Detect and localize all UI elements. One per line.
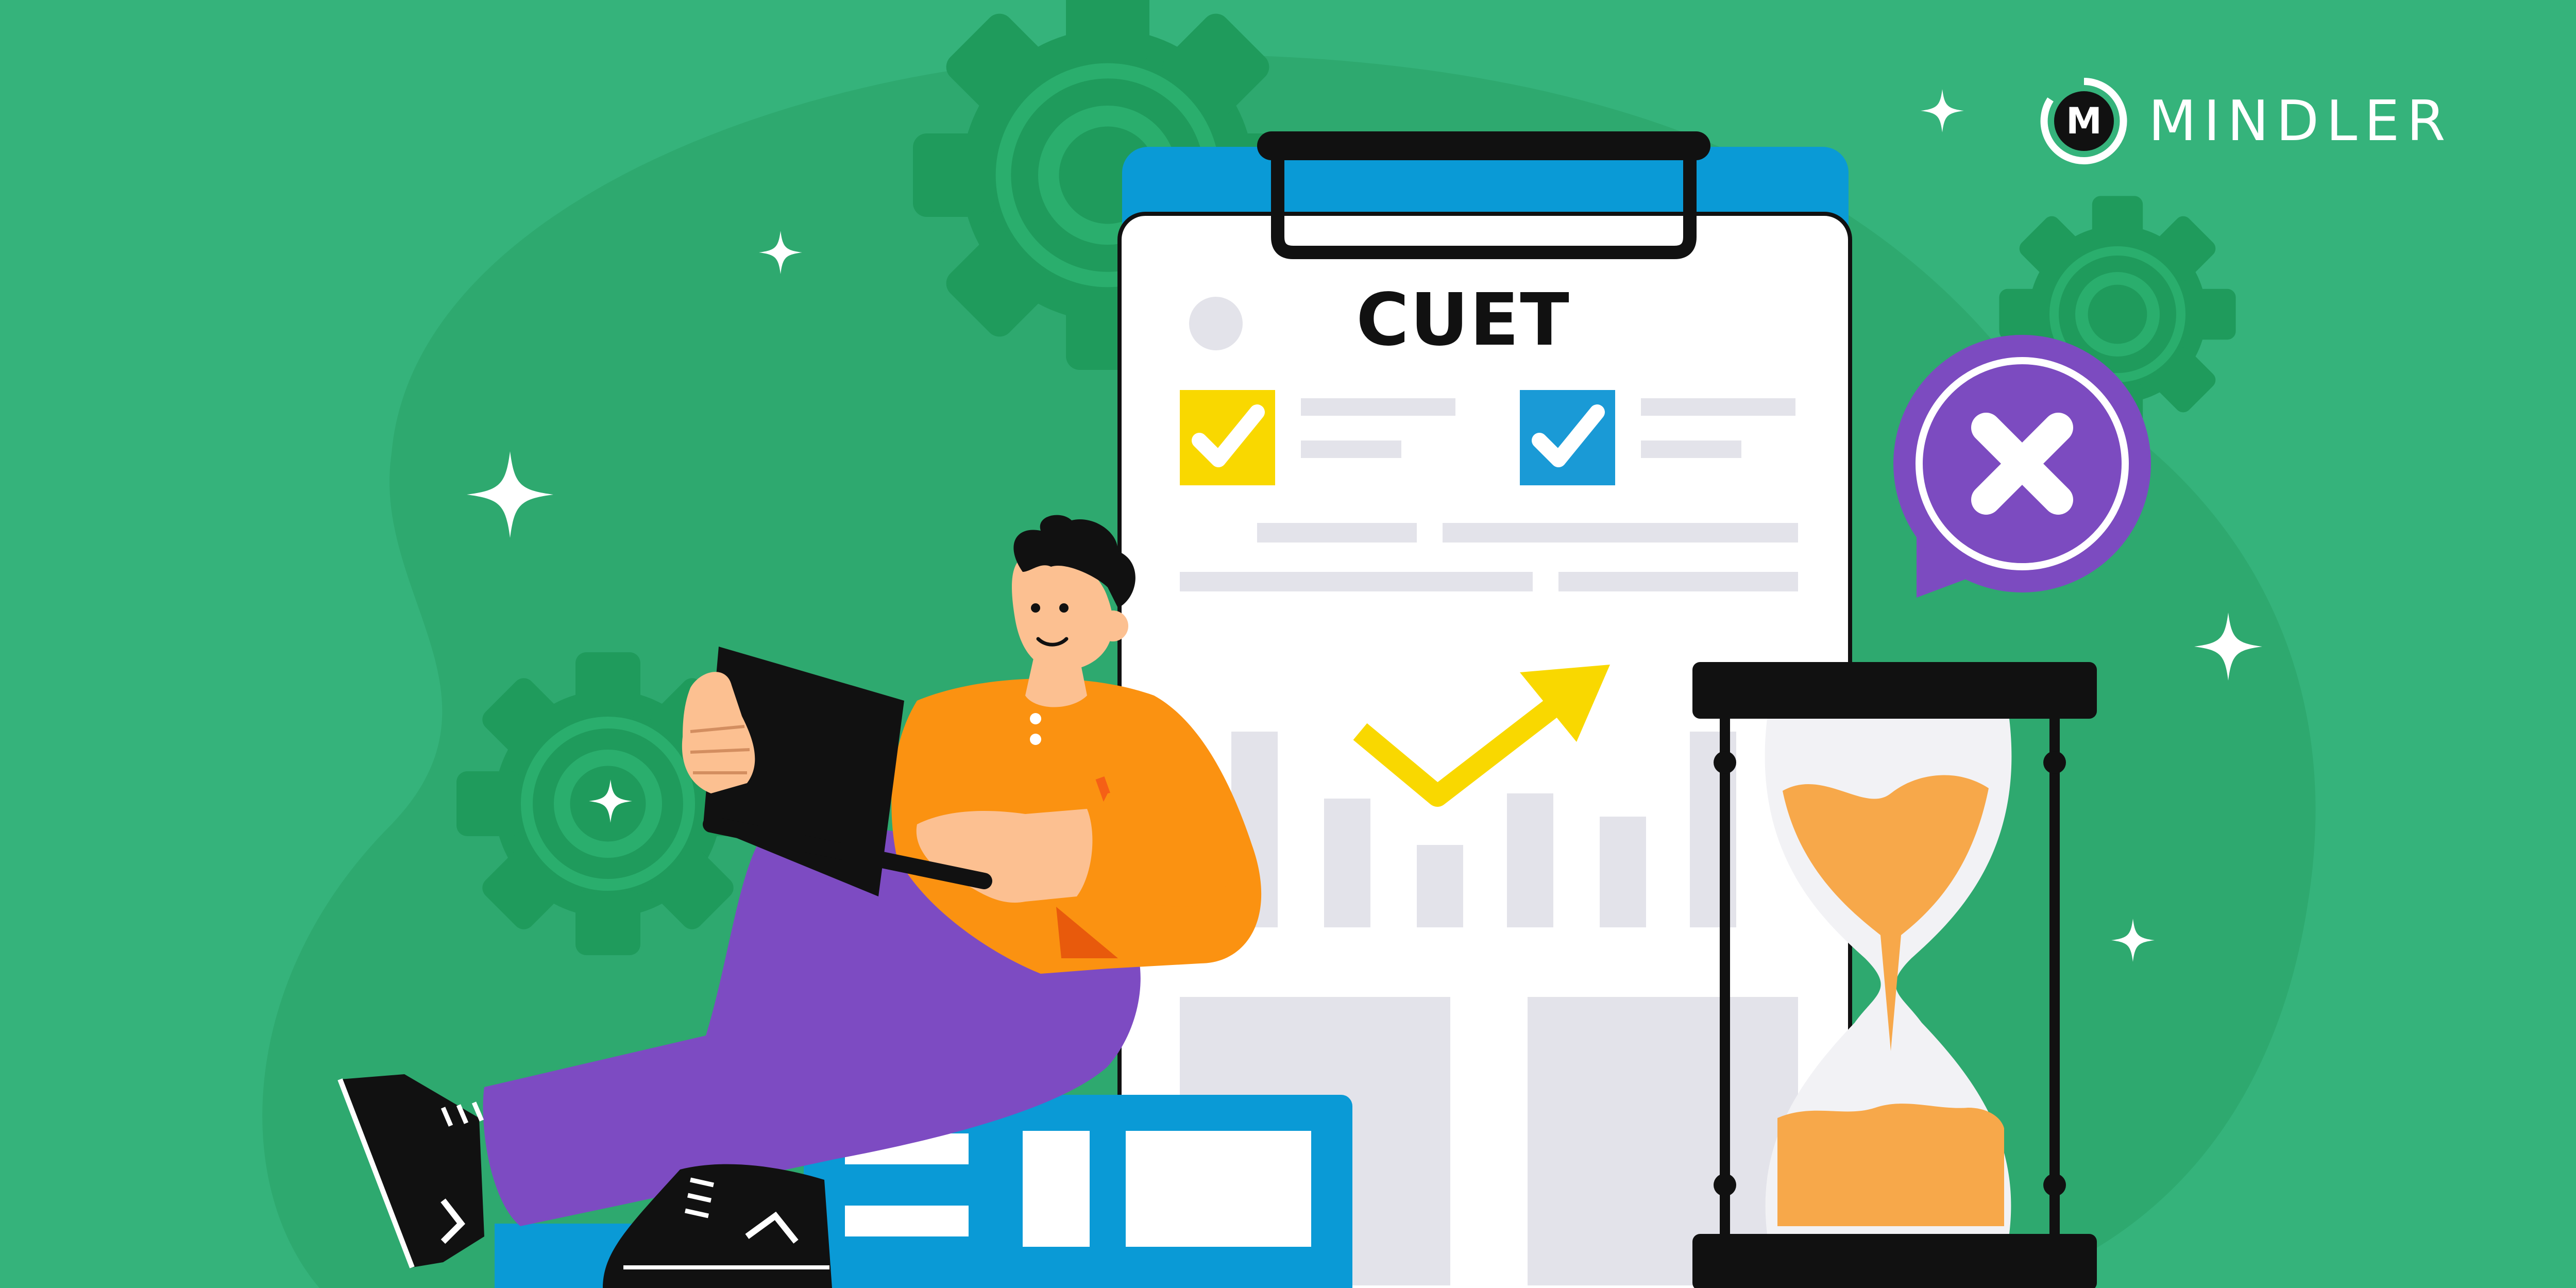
checkbox-checked xyxy=(1520,390,1615,485)
brand-logo: M MINDLER xyxy=(2040,72,2452,170)
logo-letter: M xyxy=(2066,100,2102,142)
sparkle-icon xyxy=(1921,89,1964,132)
cuet-illustration xyxy=(262,0,2316,1288)
brand-name: MINDLER xyxy=(2148,89,2453,154)
document-title: CUET xyxy=(1356,278,1570,362)
checkbox-checked xyxy=(1180,390,1275,485)
mindler-logo-icon: M xyxy=(2040,78,2127,164)
illustration-stage: M MINDLER CUET xyxy=(0,0,2576,1288)
